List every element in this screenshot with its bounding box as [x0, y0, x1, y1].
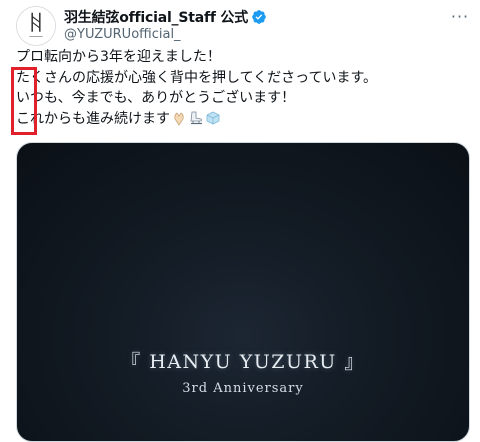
ice-skate-icon: [188, 110, 204, 133]
tweet-line-last: これからも進み続けます: [16, 109, 466, 130]
tweet-media-image[interactable]: 『 HANYU YUZURU 』 3rd Anniversary: [16, 142, 470, 442]
ice-cube-icon: [205, 110, 221, 133]
media-subtitle: 3rd Anniversary: [182, 381, 304, 396]
media-title: 『 HANYU YUZURU 』: [121, 351, 365, 373]
avatar-logo-icon: [17, 7, 55, 45]
avatar[interactable]: [16, 6, 56, 46]
folded-hands-icon: [171, 110, 187, 133]
tweet-text: プロ転向から3年を迎えました！ たくさんの応援が心強く背中を押してくださっていま…: [16, 47, 466, 129]
tweet-line: いつも、今までも、ありがとうございます！: [16, 90, 296, 106]
tweet-line: プロ転向から3年を迎えました！: [16, 49, 221, 65]
more-options-button[interactable]: ···: [448, 6, 472, 26]
more-icon: ···: [450, 6, 470, 26]
author-name-line: 羽生結弦official_Staff 公式: [64, 8, 267, 26]
verified-badge-icon: [251, 9, 267, 25]
tweet-line: これからも進み続けます: [16, 110, 170, 127]
author-handle[interactable]: @YUZURUofficial_: [64, 27, 181, 42]
tweet-line: たくさんの応援が心強く背中を押してくださっています。: [16, 69, 378, 86]
author-display-name[interactable]: 羽生結弦official_Staff 公式: [64, 7, 248, 27]
